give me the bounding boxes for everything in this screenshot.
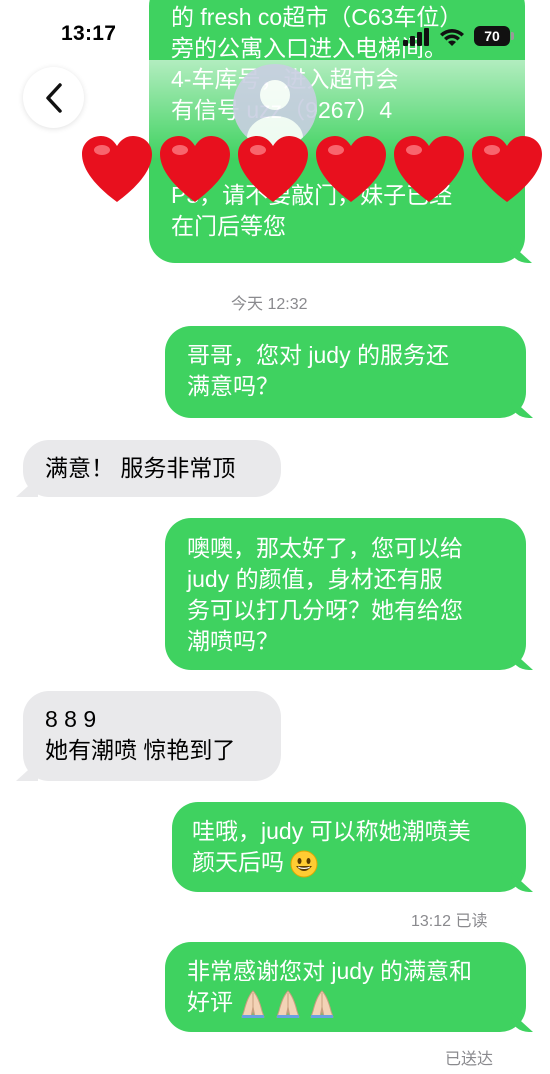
back-button[interactable] xyxy=(23,67,84,128)
red-heart-icon xyxy=(238,136,308,202)
message-bubble-incoming[interactable]: 8 8 9 她有潮喷 惊艳到了 xyxy=(23,691,281,781)
message-line: 好评 xyxy=(187,987,514,1019)
folded-hands-icon xyxy=(241,990,266,1018)
message-text: 满意！ 服务非常顶 xyxy=(45,455,236,481)
message-bubble-outgoing[interactable]: 哥哥，您对 judy 的服务还 满意吗？ xyxy=(165,326,526,418)
cellular-signal-icon xyxy=(403,28,429,46)
hearts-sticker xyxy=(80,134,550,206)
chevron-left-icon xyxy=(45,82,62,113)
folded-hands-icon xyxy=(310,990,334,1018)
message-text: 她有潮喷 惊艳到了 xyxy=(45,737,236,763)
red-heart-icon xyxy=(472,136,542,202)
message-text: 4-车库号，进入超市会 xyxy=(171,64,507,95)
grinning-face-icon xyxy=(290,850,318,878)
message-bubble-outgoing[interactable]: 噢噢，那太好了，您可以给 judy 的颜值，身材还有服 务可以打几分呀？她有给您… xyxy=(165,518,526,670)
message-bubble-incoming[interactable]: 满意！ 服务非常顶 xyxy=(23,440,281,497)
message-bubble-outgoing[interactable]: 哇哦，judy 可以称她潮喷美 颜天后吗 xyxy=(172,802,526,892)
delivered-status: 已送达 xyxy=(445,1051,494,1068)
message-text: 8 8 9 xyxy=(45,706,97,732)
message-text: 非常感谢您对 judy 的满意和 xyxy=(187,958,472,984)
red-heart-icon xyxy=(316,136,386,202)
message-text: 在门后等您 xyxy=(171,213,286,239)
message-text: 哇哦，judy 可以称她潮喷美 xyxy=(192,818,471,844)
person-avatar-icon xyxy=(260,80,290,110)
message-bubble-outgoing[interactable]: 非常感谢您对 judy 的满意和 好评 xyxy=(165,942,526,1032)
timestamp: 今天 12:32 xyxy=(231,296,308,313)
status-time: 13:17 xyxy=(61,22,117,45)
message-line: 颜天后吗 xyxy=(192,847,514,878)
message-text: 颜天后吗 xyxy=(192,849,284,875)
message-text: 有信号 uzz（9267）4 xyxy=(171,97,393,123)
battery-icon: 70 xyxy=(474,26,514,46)
message-text: 哥哥，您对 judy 的服务还 xyxy=(187,342,449,368)
read-receipt: 13:12 已读 xyxy=(411,913,488,930)
message-text: 满意吗？ xyxy=(187,373,279,399)
message-text: judy 的颜值，身材还有服 xyxy=(187,566,443,592)
message-bubble-outgoing[interactable]: 的 fresh co超市（C63车位） 旁的公寓入口进入电梯间。 4-车库号，进… xyxy=(149,0,525,263)
red-heart-icon xyxy=(160,136,230,202)
wifi-icon xyxy=(440,29,464,46)
message-text: 潮喷吗？ xyxy=(187,628,279,654)
red-heart-icon xyxy=(394,136,464,202)
message-text: 噢噢，那太好了，您可以给 xyxy=(187,535,463,561)
message-text: 务可以打几分呀？她有给您 xyxy=(187,597,463,623)
message-text: 好评 xyxy=(187,989,233,1015)
folded-hands-icon xyxy=(276,990,300,1018)
red-heart-icon xyxy=(82,136,152,202)
